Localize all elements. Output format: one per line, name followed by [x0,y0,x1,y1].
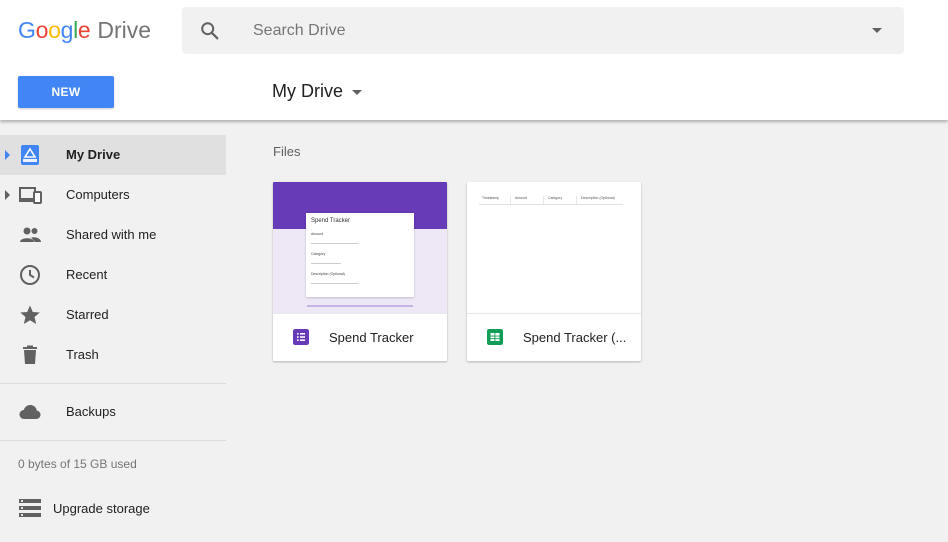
form-preview-title: Spend Tracker [311,218,351,224]
star-icon [20,305,40,324]
form-preview-question: Category [311,252,326,256]
sidebar-item-label: Recent [66,267,108,282]
location-dropdown[interactable]: My Drive [272,80,362,102]
expand-arrow-icon[interactable] [5,150,10,160]
upgrade-storage-link[interactable]: Upgrade storage [0,495,226,521]
top-bar: Google Drive NEW My Drive [0,0,948,120]
search-options-chevron-down-icon[interactable] [872,28,882,33]
sidebar-item-label: Computers [66,187,130,202]
product-name: Drive [97,17,152,43]
sheet-preview-gridline [543,196,544,204]
sheet-preview-column: Timestamp [482,196,500,200]
chevron-down-icon [352,89,362,95]
sidebar-item-label: Starred [66,307,109,322]
sidebar-item-recent[interactable]: Recent [0,255,226,295]
form-preview-answer-line [311,263,341,264]
expand-arrow-icon[interactable] [5,190,10,200]
sheet-preview-header-row: Timestamp Amount Category Description (O… [479,196,623,205]
sidebar-divider [0,383,226,384]
sidebar-item-shared-with-me[interactable]: Shared with me [0,215,226,255]
sidebar-item-computers[interactable]: Computers [0,175,226,215]
files-section-title: Files [273,144,301,159]
storage-icon [19,499,41,517]
cloud-icon [19,405,41,419]
file-card-meta: Spend Tracker [273,313,447,361]
clock-icon [20,265,40,285]
form-preview-answer-line [311,243,359,244]
form-preview-footer [307,305,413,307]
storage-usage-text: 0 bytes of 15 GB used [18,457,137,471]
sidebar-item-my-drive[interactable]: My Drive [0,135,226,175]
file-card-spend-tracker-form[interactable]: Spend Tracker Amount Category Descriptio… [273,182,447,361]
file-title: Spend Tracker (... [523,330,627,345]
google-wordmark: Google [18,17,91,43]
file-thumbnail: Timestamp Amount Category Description (O… [467,182,641,313]
sheet-preview-gridline [510,196,511,204]
upgrade-storage-label: Upgrade storage [53,501,150,516]
file-thumbnail: Spend Tracker Amount Category Descriptio… [273,182,447,313]
form-preview-answer-line [311,283,359,284]
my-drive-icon [21,145,39,165]
search-input[interactable] [253,7,813,54]
sidebar-item-label: Backups [66,404,116,419]
google-forms-icon [293,329,309,345]
trash-icon [23,345,37,364]
search-icon[interactable] [199,20,221,42]
search-bar [182,7,904,54]
file-title: Spend Tracker [329,330,414,345]
form-preview-question: Amount [311,232,324,236]
file-card-meta: Spend Tracker (... [467,313,641,361]
sidebar-item-starred[interactable]: Starred [0,295,226,335]
file-card-spend-tracker-responses[interactable]: Timestamp Amount Category Description (O… [467,182,641,361]
sidebar-item-label: My Drive [66,147,121,162]
form-preview-question: Description (Optional) [311,272,345,276]
sidebar-item-label: Shared with me [66,227,157,242]
sheet-preview-gridline [576,196,577,204]
sidebar-item-trash[interactable]: Trash [0,335,226,375]
shared-icon [20,227,41,242]
google-drive-logo[interactable]: Google Drive [18,17,151,47]
sheet-preview-column: Category [548,196,563,200]
sidebar: My Drive Computers Shared with me Recent [0,120,226,542]
computers-icon [19,187,42,204]
sidebar-item-label: Trash [66,347,99,362]
page-title: My Drive [272,80,343,101]
google-sheets-icon [487,329,503,345]
sidebar-item-backups[interactable]: Backups [0,392,226,432]
sheet-preview-column: Amount [515,196,528,200]
form-preview-sheet: Spend Tracker Amount Category Descriptio… [306,213,414,297]
new-button[interactable]: NEW [18,76,114,108]
sheet-preview-column: Description (Optional) [581,196,615,200]
sidebar-divider [0,440,226,441]
